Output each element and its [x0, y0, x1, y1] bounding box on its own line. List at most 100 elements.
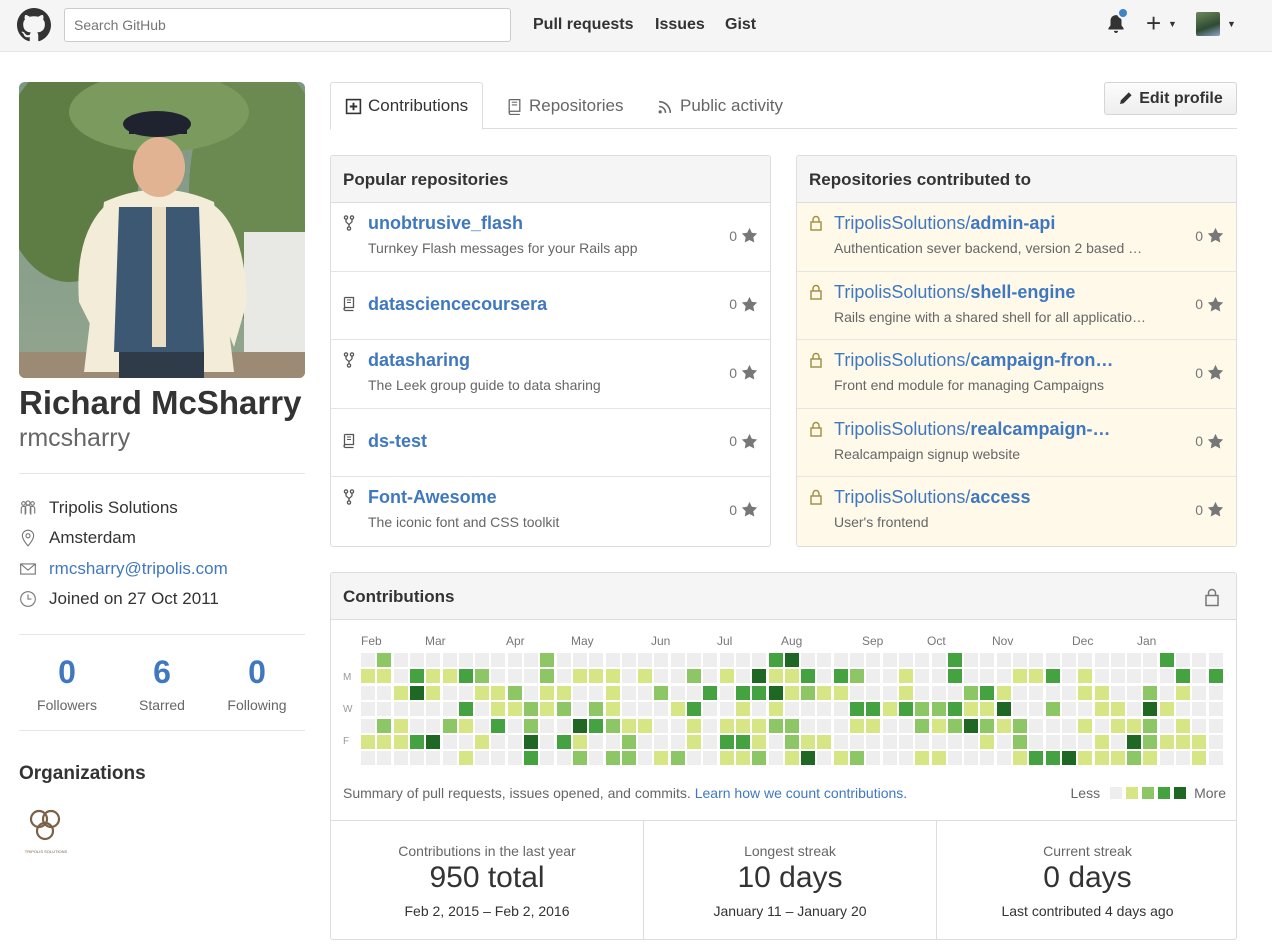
contribution-day-cell[interactable]	[1159, 735, 1174, 749]
contribution-day-cell[interactable]	[1078, 702, 1093, 717]
contribution-day-cell[interactable]	[996, 702, 1011, 717]
contribution-day-cell[interactable]	[1127, 653, 1142, 667]
contribution-day-cell[interactable]	[947, 685, 962, 700]
contribution-day-cell[interactable]	[475, 702, 490, 717]
contribution-day-cell[interactable]	[817, 702, 832, 717]
contribution-day-cell[interactable]	[589, 702, 604, 717]
contribution-day-cell[interactable]	[719, 653, 734, 667]
contribution-day-cell[interactable]	[850, 751, 864, 766]
contribution-day-cell[interactable]	[735, 653, 750, 667]
contribution-day-cell[interactable]	[1061, 653, 1076, 667]
contribution-day-cell[interactable]	[556, 669, 571, 684]
contribution-day-cell[interactable]	[687, 685, 701, 700]
contribution-day-cell[interactable]	[458, 685, 473, 700]
contribution-day-cell[interactable]	[442, 718, 457, 733]
contribution-day-cell[interactable]	[980, 718, 995, 733]
contribution-day-cell[interactable]	[1045, 751, 1060, 766]
contribution-day-cell[interactable]	[670, 718, 685, 733]
contribution-day-cell[interactable]	[1208, 735, 1223, 749]
contribution-day-cell[interactable]	[409, 669, 424, 684]
contribution-day-cell[interactable]	[1078, 669, 1093, 684]
contribution-day-cell[interactable]	[491, 702, 506, 717]
contribution-day-cell[interactable]	[556, 685, 571, 700]
contribution-day-cell[interactable]	[882, 735, 897, 749]
contribution-day-cell[interactable]	[442, 653, 457, 667]
email-link[interactable]: rmcsharry@tripolis.com	[49, 559, 228, 579]
contribution-day-cell[interactable]	[866, 718, 881, 733]
create-caret-icon[interactable]: ▼	[1168, 19, 1177, 29]
contribution-day-cell[interactable]	[850, 718, 864, 733]
popular-repo-item[interactable]: Font-Awesome The iconic font and CSS tool…	[331, 477, 770, 546]
contribution-day-cell[interactable]	[540, 718, 555, 733]
contribution-day-cell[interactable]	[458, 718, 473, 733]
user-avatar-small[interactable]	[1196, 12, 1220, 36]
contribution-day-cell[interactable]	[850, 685, 864, 700]
contribution-day-cell[interactable]	[1208, 751, 1223, 766]
contribution-day-cell[interactable]	[1159, 653, 1174, 667]
contribution-day-cell[interactable]	[361, 735, 375, 749]
contribution-day-cell[interactable]	[507, 669, 522, 684]
contribution-day-cell[interactable]	[817, 735, 832, 749]
contribution-day-cell[interactable]	[556, 718, 571, 733]
contribution-day-cell[interactable]	[1078, 735, 1093, 749]
contribution-day-cell[interactable]	[1176, 669, 1190, 684]
contribution-day-cell[interactable]	[1045, 702, 1060, 717]
contribution-day-cell[interactable]	[1013, 685, 1027, 700]
repo-name-link[interactable]: TripolisSolutions/realcampaign-…	[834, 419, 1110, 440]
contribution-day-cell[interactable]	[524, 669, 538, 684]
contribution-day-cell[interactable]	[638, 685, 653, 700]
contribution-day-cell[interactable]	[589, 718, 604, 733]
contribution-day-cell[interactable]	[898, 653, 913, 667]
contribution-day-cell[interactable]	[638, 718, 653, 733]
contribution-day-cell[interactable]	[507, 735, 522, 749]
contribution-day-cell[interactable]	[1045, 653, 1060, 667]
contribution-day-cell[interactable]	[947, 735, 962, 749]
contribution-day-cell[interactable]	[491, 718, 506, 733]
contribution-day-cell[interactable]	[752, 702, 767, 717]
following-stat[interactable]: 0 Following	[209, 654, 305, 713]
contribution-day-cell[interactable]	[784, 735, 799, 749]
contribution-day-cell[interactable]	[475, 751, 490, 766]
contribution-day-cell[interactable]	[1159, 718, 1174, 733]
contribution-day-cell[interactable]	[915, 653, 930, 667]
contribution-day-cell[interactable]	[1013, 718, 1027, 733]
contribution-day-cell[interactable]	[964, 669, 979, 684]
repo-name-link[interactable]: TripolisSolutions/access	[834, 487, 1030, 508]
contribution-day-cell[interactable]	[735, 718, 750, 733]
contribution-day-cell[interactable]	[687, 735, 701, 749]
contribution-day-cell[interactable]	[458, 751, 473, 766]
contributed-repo-item[interactable]: TripolisSolutions/realcampaign-… Realcamp…	[797, 408, 1236, 477]
contribution-day-cell[interactable]	[980, 653, 995, 667]
contribution-day-cell[interactable]	[719, 735, 734, 749]
contribution-day-cell[interactable]	[735, 751, 750, 766]
contribution-day-cell[interactable]	[621, 702, 636, 717]
contribution-day-cell[interactable]	[947, 751, 962, 766]
contribution-day-cell[interactable]	[507, 653, 522, 667]
contribution-day-cell[interactable]	[524, 735, 538, 749]
contribution-day-cell[interactable]	[1078, 751, 1093, 766]
tab-public-activity[interactable]: Public activity	[657, 82, 783, 130]
contribution-day-cell[interactable]	[409, 685, 424, 700]
contribution-day-cell[interactable]	[687, 669, 701, 684]
contribution-day-cell[interactable]	[377, 718, 392, 733]
contribution-day-cell[interactable]	[687, 751, 701, 766]
contribution-day-cell[interactable]	[1029, 653, 1044, 667]
contribution-day-cell[interactable]	[850, 653, 864, 667]
contribution-day-cell[interactable]	[1029, 718, 1044, 733]
contribution-day-cell[interactable]	[393, 735, 408, 749]
contribution-day-cell[interactable]	[1013, 669, 1027, 684]
contribution-day-cell[interactable]	[409, 718, 424, 733]
contribution-day-cell[interactable]	[850, 669, 864, 684]
contribution-day-cell[interactable]	[1176, 718, 1190, 733]
contribution-day-cell[interactable]	[703, 669, 718, 684]
contribution-day-cell[interactable]	[850, 735, 864, 749]
contribution-day-cell[interactable]	[361, 751, 375, 766]
contribution-day-cell[interactable]	[931, 735, 946, 749]
contribution-day-cell[interactable]	[556, 653, 571, 667]
contribution-day-cell[interactable]	[735, 735, 750, 749]
contribution-day-cell[interactable]	[361, 653, 375, 667]
starred-stat[interactable]: 6 Starred	[114, 654, 210, 713]
contribution-day-cell[interactable]	[719, 702, 734, 717]
contribution-day-cell[interactable]	[980, 735, 995, 749]
contribution-day-cell[interactable]	[1061, 735, 1076, 749]
